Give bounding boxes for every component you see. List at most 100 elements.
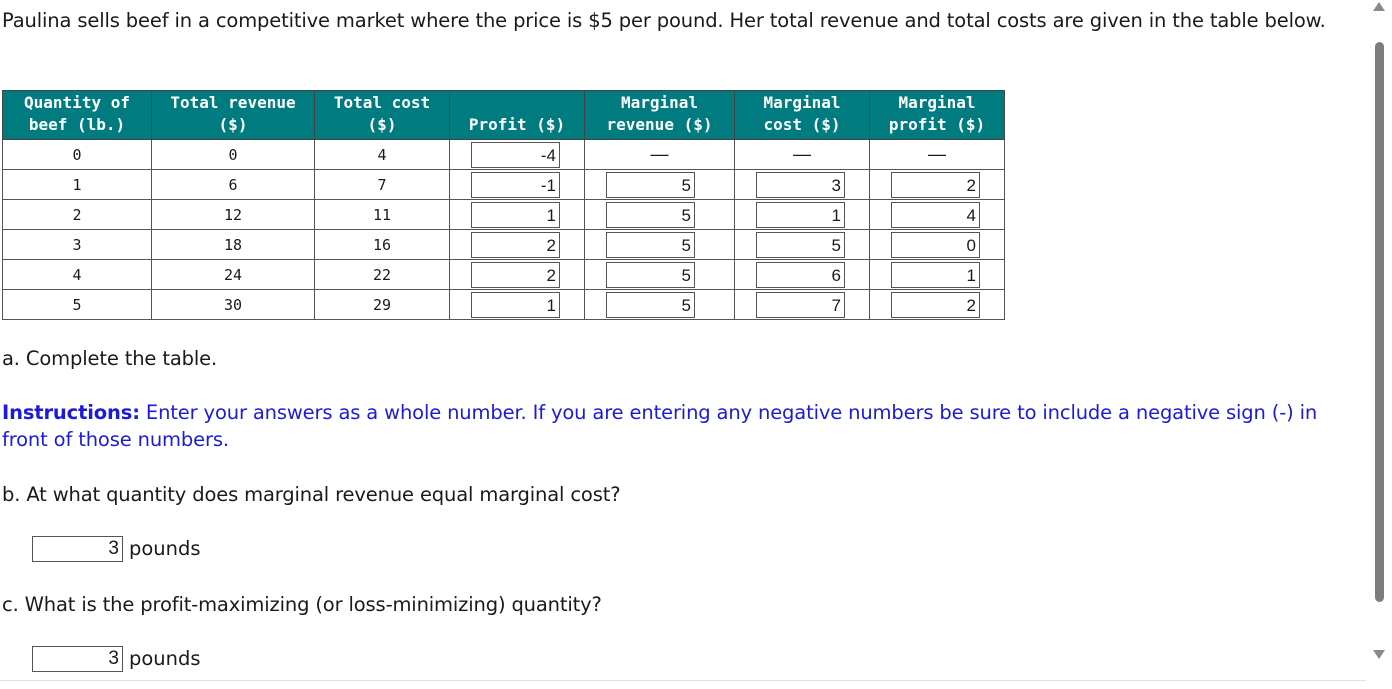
scroll-down-arrow-icon[interactable] [1373, 650, 1385, 659]
profit-input[interactable]: 2 [471, 261, 560, 288]
marginal-profit-cell: 2 [869, 169, 1005, 200]
marginal-cost-input[interactable]: 3 [756, 171, 845, 198]
instructions-text: Instructions: Enter your answers as a wh… [2, 399, 1357, 453]
beef-table: Quantity of beef (lb.) Total revenue ($) T… [2, 90, 1005, 320]
total-revenue-cell: 30 [151, 289, 315, 320]
marginal-revenue-cell: — [584, 139, 735, 170]
total-cost-cell: 16 [314, 229, 450, 260]
profit-input[interactable]: -1 [471, 171, 560, 198]
header-marginal-revenue: Marginal revenue ($) [584, 90, 735, 140]
part-c-unit: pounds [129, 647, 201, 670]
total-revenue-cell: 12 [151, 199, 315, 230]
quantity-cell: 3 [2, 229, 152, 260]
marginal-revenue-input[interactable]: 5 [606, 201, 695, 228]
bottom-divider [0, 680, 1366, 681]
marginal-profit-cell: 1 [869, 259, 1005, 290]
question-content: Paulina sells beef in a competitive mark… [0, 0, 1362, 675]
total-cost-cell: 11 [314, 199, 450, 230]
marginal-profit-cell: 2 [869, 289, 1005, 320]
marginal-cost-cell: 3 [734, 169, 870, 200]
header-total-cost: Total cost ($) [314, 90, 450, 140]
table-row: 3 18 16 2 5 5 0 [2, 229, 1005, 260]
profit-input[interactable]: -4 [471, 141, 560, 168]
total-cost-cell: 29 [314, 289, 450, 320]
table-row: 2 12 11 1 5 1 4 [2, 199, 1005, 230]
quantity-cell: 2 [2, 199, 152, 230]
profit-cell: -4 [449, 139, 585, 170]
marginal-revenue-input[interactable]: 5 [606, 171, 695, 198]
marginal-profit-cell: 0 [869, 229, 1005, 260]
marginal-cost-input[interactable]: 5 [756, 231, 845, 258]
header-marginal-profit: Marginal profit ($) [869, 90, 1005, 140]
header-marginal-cost: Marginal cost ($) [734, 90, 870, 140]
table-row: 4 24 22 2 5 6 1 [2, 259, 1005, 290]
question-intro: Paulina sells beef in a competitive mark… [2, 9, 1326, 32]
marginal-cost-dash: — [793, 144, 811, 164]
part-a-prompt: a. Complete the table. [2, 347, 218, 370]
marginal-revenue-cell: 5 [584, 169, 735, 200]
profit-cell: 1 [449, 199, 585, 230]
total-cost-cell: 7 [314, 169, 450, 200]
profit-input[interactable]: 1 [471, 201, 560, 228]
marginal-revenue-cell: 5 [584, 289, 735, 320]
marginal-profit-input[interactable]: 4 [891, 201, 980, 228]
quantity-cell: 5 [2, 289, 152, 320]
marginal-profit-cell: — [869, 139, 1005, 170]
marginal-revenue-cell: 5 [584, 199, 735, 230]
marginal-revenue-cell: 5 [584, 229, 735, 260]
marginal-cost-cell: 7 [734, 289, 870, 320]
header-quantity: Quantity of beef (lb.) [2, 90, 152, 140]
profit-cell: 2 [449, 229, 585, 260]
marginal-revenue-dash: — [650, 144, 669, 164]
part-b-answer-input[interactable]: 3 [32, 536, 123, 562]
quantity-cell: 4 [2, 259, 152, 290]
table-header-row: Quantity of beef (lb.) Total revenue ($) T… [2, 90, 1005, 140]
marginal-cost-input[interactable]: 7 [756, 291, 845, 318]
part-c-question: c. What is the profit-maximizing (or los… [2, 593, 602, 616]
part-b-question: b. At what quantity does marginal revenu… [2, 483, 621, 506]
profit-input[interactable]: 1 [471, 291, 560, 318]
total-revenue-cell: 0 [151, 139, 315, 170]
total-revenue-cell: 6 [151, 169, 315, 200]
scrollbar-thumb[interactable] [1375, 42, 1384, 602]
marginal-profit-cell: 4 [869, 199, 1005, 230]
profit-input[interactable]: 2 [471, 231, 560, 258]
marginal-cost-cell: 1 [734, 199, 870, 230]
part-c-answer-row: 3 pounds [32, 646, 201, 672]
marginal-profit-input[interactable]: 0 [891, 231, 980, 258]
quantity-cell: 1 [2, 169, 152, 200]
header-profit: Profit ($) [449, 90, 585, 140]
total-cost-cell: 4 [314, 139, 450, 170]
marginal-cost-cell: 6 [734, 259, 870, 290]
marginal-cost-cell: — [734, 139, 870, 170]
marginal-profit-dash: — [928, 144, 946, 164]
marginal-revenue-input[interactable]: 5 [606, 261, 695, 288]
total-cost-cell: 22 [314, 259, 450, 290]
profit-cell: 1 [449, 289, 585, 320]
marginal-cost-input[interactable]: 6 [756, 261, 845, 288]
part-c-answer-input[interactable]: 3 [32, 646, 123, 672]
instructions-label: Instructions: [2, 401, 140, 424]
marginal-profit-input[interactable]: 1 [891, 261, 980, 288]
vertical-scrollbar[interactable] [1366, 0, 1392, 689]
profit-cell: 2 [449, 259, 585, 290]
marginal-profit-input[interactable]: 2 [891, 171, 980, 198]
marginal-cost-cell: 5 [734, 229, 870, 260]
total-revenue-cell: 18 [151, 229, 315, 260]
part-b-answer-row: 3 pounds [32, 536, 201, 562]
table-row: 5 30 29 1 5 7 2 [2, 289, 1005, 320]
marginal-cost-input[interactable]: 1 [756, 201, 845, 228]
header-total-revenue: Total revenue ($) [151, 90, 315, 140]
marginal-revenue-input[interactable]: 5 [606, 291, 695, 318]
marginal-revenue-cell: 5 [584, 259, 735, 290]
marginal-revenue-input[interactable]: 5 [606, 231, 695, 258]
scroll-up-arrow-icon[interactable] [1373, 2, 1385, 11]
profit-cell: -1 [449, 169, 585, 200]
part-b-unit: pounds [129, 537, 201, 560]
total-revenue-cell: 24 [151, 259, 315, 290]
table-row: 1 6 7 -1 5 3 2 [2, 169, 1005, 200]
table-row: 0 0 4 -4 — — — [2, 139, 1005, 170]
instructions-body: Enter your answers as a whole number. If… [2, 401, 1318, 451]
marginal-profit-input[interactable]: 2 [891, 291, 980, 318]
quantity-cell: 0 [2, 139, 152, 170]
